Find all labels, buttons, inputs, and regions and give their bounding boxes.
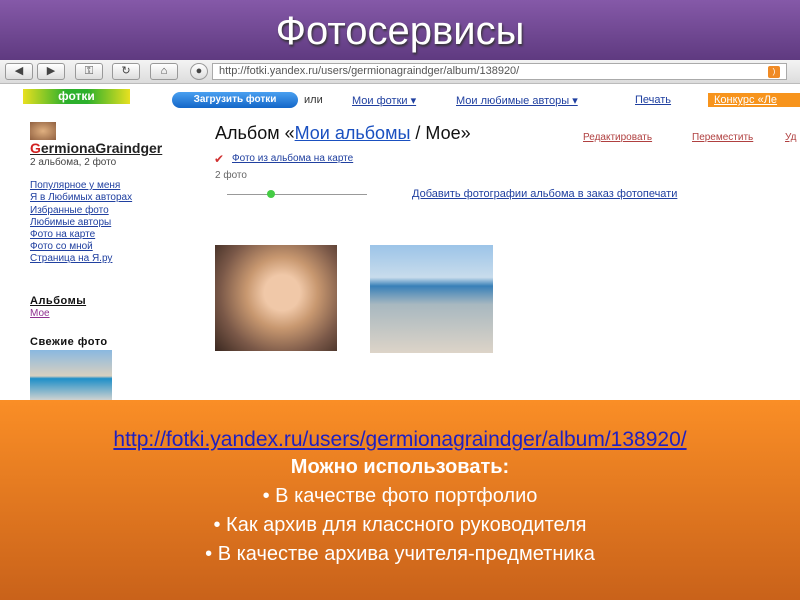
usage-item: Как архив для классного руководителя xyxy=(0,514,800,537)
move-link[interactable]: Переместить xyxy=(692,132,753,143)
album-title-suffix: / Мое» xyxy=(410,123,471,143)
album-url-link[interactable]: http://fotki.yandex.ru/users/germionagra… xyxy=(0,428,800,452)
username-rest: ermionaGraindger xyxy=(40,140,163,156)
album-title-prefix: Альбом « xyxy=(215,123,295,143)
sidebar-link[interactable]: Избранные фото xyxy=(30,205,109,216)
rss-icon[interactable]: ) xyxy=(768,66,780,78)
my-albums-link[interactable]: Мои альбомы xyxy=(295,123,411,143)
forward-icon[interactable]: ▶ xyxy=(37,63,65,80)
delete-link[interactable]: Уд xyxy=(785,132,796,143)
usage-list: В качестве фото портфолио Как архив для … xyxy=(0,485,800,566)
nav-favorite-authors[interactable]: Мои любимые авторы ▾ xyxy=(456,94,578,107)
back-icon[interactable]: ◀ xyxy=(5,63,33,80)
browser-toolbar: ◀ ▶ ⚿ ↻ ⌂ ● http://fotki.yandex.ru/users… xyxy=(0,60,800,84)
usage-item: В качестве архива учителя-предметника xyxy=(0,543,800,566)
photo-seaside[interactable] xyxy=(370,245,493,353)
sidebar-link[interactable]: Любимые авторы xyxy=(30,217,111,228)
sidebar-link[interactable]: Я в Любимых авторах xyxy=(30,192,132,203)
info-panel: http://fotki.yandex.ru/users/germionagra… xyxy=(0,400,800,600)
checkmark-icon: ✔ xyxy=(214,152,225,166)
username-initial: G xyxy=(30,140,41,156)
fotki-logo[interactable]: фотки xyxy=(23,89,130,104)
or-text: или xyxy=(304,94,323,106)
slide-title: Фотосервисы xyxy=(0,0,800,60)
map-link[interactable]: Фото из альбома на карте xyxy=(232,153,353,164)
size-slider[interactable] xyxy=(215,190,380,198)
edit-link[interactable]: Редактировать xyxy=(583,132,652,143)
sidebar-link[interactable]: Фото на карте xyxy=(30,229,95,240)
album-title: Альбом «Мои альбомы / Мое» xyxy=(215,123,471,144)
nav-print[interactable]: Печать xyxy=(635,94,671,106)
user-stats: 2 альбома, 2 фото xyxy=(30,157,117,168)
albums-heading[interactable]: Альбомы xyxy=(30,295,86,307)
url-text: http://fotki.yandex.ru/users/germionagra… xyxy=(219,65,520,77)
sidebar-link[interactable]: Фото со мной xyxy=(30,241,93,252)
slider-thumb[interactable] xyxy=(267,190,275,198)
contest-link[interactable]: Конкурс «Ле xyxy=(708,93,800,107)
sidebar-link[interactable]: Популярное у меня xyxy=(30,180,120,191)
fresh-photo-thumbnail[interactable] xyxy=(30,350,112,400)
address-bar[interactable]: http://fotki.yandex.ru/users/germionagra… xyxy=(212,63,787,80)
upload-button[interactable]: Загрузить фотки xyxy=(172,92,298,108)
print-order-link[interactable]: Добавить фотографии альбома в заказ фото… xyxy=(412,188,677,200)
home-icon[interactable]: ⌂ xyxy=(150,63,178,80)
username[interactable]: GermionaGraindger xyxy=(30,140,162,156)
key-icon[interactable]: ⚿ xyxy=(75,63,103,80)
album-link-moe[interactable]: Мое xyxy=(30,308,50,319)
reload-icon[interactable]: ↻ xyxy=(112,63,140,80)
sidebar-link[interactable]: Страница на Я.ру xyxy=(30,253,112,264)
avatar xyxy=(30,122,56,140)
browser-screenshot: ◀ ▶ ⚿ ↻ ⌂ ● http://fotki.yandex.ru/users… xyxy=(0,60,800,400)
site-icon: ● xyxy=(190,63,208,80)
usage-item: В качестве фото портфолио xyxy=(0,485,800,508)
usage-heading: Можно использовать: xyxy=(290,456,510,478)
fresh-photos-heading: Свежие фото xyxy=(30,336,108,348)
nav-my-photos[interactable]: Мои фотки ▾ xyxy=(352,94,416,107)
photo-count: 2 фото xyxy=(215,170,247,181)
photo-portrait[interactable] xyxy=(215,245,337,351)
